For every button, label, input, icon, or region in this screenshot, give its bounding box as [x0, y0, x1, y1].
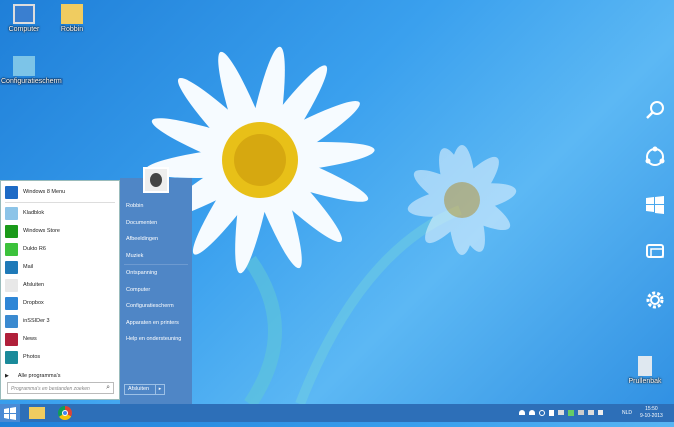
start-button[interactable] — [0, 404, 20, 422]
place-computer[interactable]: Computer — [120, 282, 192, 299]
program-item[interactable]: Mail — [1, 258, 119, 276]
explorer-taskbar-button[interactable] — [29, 407, 45, 419]
program-item[interactable]: News — [1, 330, 119, 348]
taskbar: NLD 15:50 9-10-2013 — [0, 404, 674, 422]
control-panel-icon — [13, 56, 35, 76]
user-folder-icon — [61, 4, 83, 24]
place-music[interactable]: Muziek — [120, 248, 192, 265]
search-icon: ⌕ — [106, 384, 110, 391]
inssider-3-icon — [5, 314, 18, 328]
place-robbin[interactable]: Robbin — [120, 198, 192, 215]
program-item[interactable]: inSSIDer 3 — [1, 312, 119, 330]
search-icon — [646, 101, 664, 119]
place-devices-printers[interactable]: Apparaten en printers — [120, 315, 192, 332]
user-avatar[interactable] — [143, 167, 169, 193]
photos-icon — [5, 350, 18, 364]
start-menu-programs: Windows 8 Menu Kladblok Windows Store Dukt… — [0, 180, 120, 400]
charm-devices[interactable] — [644, 241, 666, 263]
program-item[interactable]: Dropbox — [1, 294, 119, 312]
place-games[interactable]: Ontspanning — [120, 265, 192, 282]
recycle-bin-icon — [638, 356, 652, 376]
place-control-panel[interactable]: Configuratiescherm — [120, 298, 192, 315]
program-item[interactable]: Windows 8 Menu — [1, 183, 119, 201]
charm-settings[interactable] — [644, 289, 666, 311]
place-help[interactable]: Help en ondersteuning — [120, 331, 192, 348]
language-indicator[interactable]: NLD — [622, 410, 632, 416]
kladblok-icon — [5, 206, 18, 220]
program-item[interactable]: Afsluiten — [1, 276, 119, 294]
start-search-input[interactable]: Programma's en bestanden zoeken ⌕ — [7, 382, 114, 394]
program-item[interactable]: Photos — [1, 348, 119, 366]
mail-icon — [5, 260, 18, 274]
shutdown-button[interactable]: Afsluiten — [124, 384, 156, 395]
shutdown-options-button[interactable]: ▸ — [156, 384, 165, 395]
gear-icon — [646, 291, 664, 309]
system-tray-icons[interactable] — [519, 410, 603, 416]
computer-icon — [13, 4, 35, 24]
program-item[interactable]: Windows Store — [1, 222, 119, 240]
windows-store-icon — [5, 224, 18, 238]
windows8-menu-icon — [5, 185, 18, 199]
desktop-icon-control-panel[interactable]: Configuratiescherm — [0, 56, 70, 85]
program-item[interactable]: Dukto R6 — [1, 240, 119, 258]
news-icon — [5, 332, 18, 346]
place-documents[interactable]: Documenten — [120, 215, 192, 232]
devices-icon — [646, 244, 664, 258]
afsluiten-icon — [5, 278, 18, 292]
share-icon — [645, 146, 665, 166]
charm-start[interactable] — [644, 194, 666, 216]
charm-share[interactable] — [644, 146, 666, 168]
desktop-icon-robbin[interactable]: Robbin — [42, 4, 102, 33]
windows-logo-icon — [4, 407, 16, 420]
desktop-icon-recycle-bin[interactable]: Prullenbak — [615, 356, 674, 385]
charm-search[interactable] — [644, 99, 666, 121]
dropbox-icon — [5, 296, 18, 310]
clock[interactable]: 15:50 9-10-2013 — [640, 406, 663, 420]
start-menu-places: Robbin Documenten Afbeeldingen Muziek On… — [120, 178, 192, 404]
chrome-taskbar-button[interactable] — [58, 406, 72, 420]
windows-logo-icon — [646, 196, 664, 214]
triangle-right-icon: ▶ — [5, 373, 9, 379]
place-pictures[interactable]: Afbeeldingen — [120, 231, 192, 248]
dukto-r6-icon — [5, 242, 18, 256]
program-item[interactable]: Kladblok — [1, 204, 119, 222]
